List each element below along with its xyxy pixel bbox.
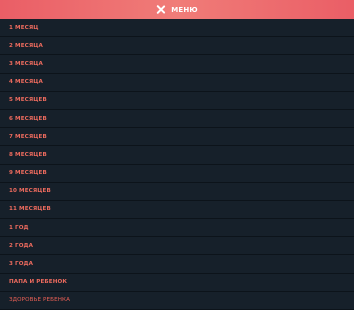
- menu-item-label: 5 МЕСЯЦЕВ: [9, 97, 47, 104]
- menu-item-label: 7 МЕСЯЦЕВ: [9, 133, 47, 140]
- menu-item-label: 3 МЕСЯЦА: [9, 60, 43, 67]
- menu-item-label: 8 МЕСЯЦЕВ: [9, 151, 47, 158]
- menu-item-label: 4 МЕСЯЦА: [9, 79, 43, 86]
- menu-item-5-months[interactable]: 5 МЕСЯЦЕВ: [0, 91, 354, 110]
- menu-item-label: 2 МЕСЯЦА: [9, 42, 43, 49]
- menu-item-label: 6 МЕСЯЦЕВ: [9, 115, 47, 122]
- menu-item-2-years[interactable]: 2 ГОДА: [0, 237, 354, 256]
- menu-item-label: 3 ГОДА: [9, 261, 34, 268]
- menu-item-dad-and-child[interactable]: ПАПА И РЕБЕНОК: [0, 273, 354, 292]
- menu-item-label: 11 МЕСЯЦЕВ: [9, 206, 51, 213]
- menu-item-6-months[interactable]: 6 МЕСЯЦЕВ: [0, 109, 354, 129]
- menu-item-3-months[interactable]: 3 МЕСЯЦА: [0, 55, 354, 74]
- menu-item-3-years[interactable]: 3 ГОДА: [0, 255, 354, 274]
- menu-item-1-month[interactable]: 1 МЕСЯЦ: [0, 19, 354, 38]
- menu-item-label: 2 ГОДА: [9, 242, 34, 249]
- menu-item-9-months[interactable]: 9 МЕСЯЦЕВ: [0, 164, 354, 183]
- menu-item-child-health[interactable]: ЗДОРОВЬЕ РЕБЕНКА: [0, 291, 354, 310]
- menu-item-2-months[interactable]: 2 МЕСЯЦА: [0, 37, 354, 56]
- menu-header[interactable]: МЕНЮ: [0, 0, 354, 19]
- menu-screen: МЕНЮ 1 МЕСЯЦ 2 МЕСЯЦА 3 МЕСЯЦА 4 МЕСЯЦА …: [0, 0, 354, 310]
- menu-item-8-months[interactable]: 8 МЕСЯЦЕВ: [0, 146, 354, 165]
- menu-item-label: 1 МЕСЯЦ: [9, 24, 39, 31]
- menu-item-label: 10 МЕСЯЦЕВ: [9, 188, 51, 195]
- menu-item-7-months[interactable]: 7 МЕСЯЦЕВ: [0, 128, 354, 147]
- menu-list: 1 МЕСЯЦ 2 МЕСЯЦА 3 МЕСЯЦА 4 МЕСЯЦА 5 МЕС…: [0, 19, 354, 310]
- menu-item-label: ЗДОРОВЬЕ РЕБЕНКА: [9, 297, 71, 304]
- menu-item-11-months[interactable]: 11 МЕСЯЦЕВ: [0, 200, 354, 220]
- menu-title: МЕНЮ: [171, 5, 198, 14]
- menu-item-1-year[interactable]: 1 ГОД: [0, 219, 354, 238]
- menu-item-10-months[interactable]: 10 МЕСЯЦЕВ: [0, 182, 354, 201]
- menu-item-label: ПАПА И РЕБЕНОК: [9, 279, 68, 286]
- menu-item-4-months[interactable]: 4 МЕСЯЦА: [0, 73, 354, 92]
- close-icon[interactable]: [156, 5, 165, 14]
- menu-item-label: 9 МЕСЯЦЕВ: [9, 170, 47, 177]
- menu-item-label: 1 ГОД: [9, 224, 29, 231]
